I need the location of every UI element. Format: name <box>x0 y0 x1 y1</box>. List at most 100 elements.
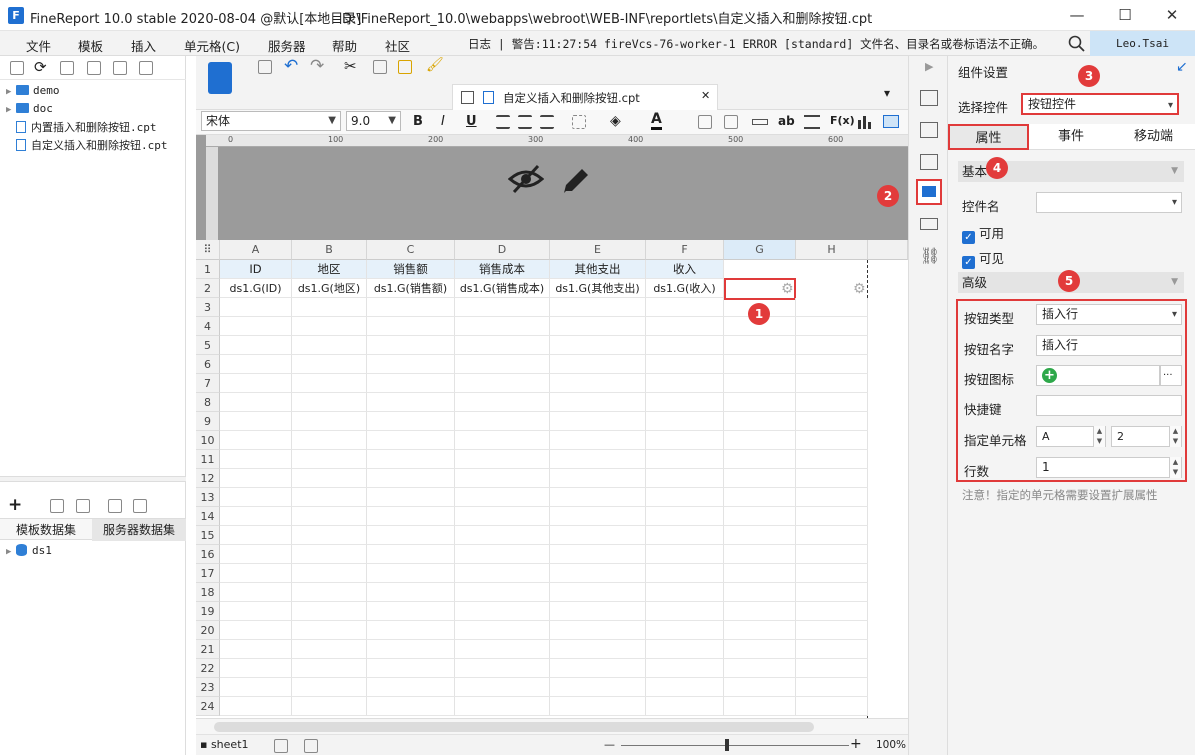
empty-cell[interactable] <box>550 659 646 678</box>
empty-cell[interactable] <box>550 317 646 336</box>
image-icon[interactable] <box>883 115 899 128</box>
empty-cell[interactable] <box>646 640 724 659</box>
empty-cell[interactable] <box>220 621 292 640</box>
formula-button[interactable]: F(x) <box>830 114 855 127</box>
data-cell-cost[interactable]: ds1.G(销售成本) <box>455 279 550 298</box>
button-icon-browse[interactable]: ··· <box>1160 365 1182 386</box>
widget-icon[interactable] <box>752 119 768 125</box>
column-header[interactable]: B <box>292 240 367 260</box>
empty-cell[interactable] <box>292 564 367 583</box>
param-icon[interactable] <box>133 499 147 513</box>
empty-cell[interactable] <box>292 298 367 317</box>
empty-cell[interactable] <box>646 583 724 602</box>
row-header[interactable]: 22 <box>196 659 220 678</box>
data-cell-income[interactable]: ds1.G(收入) <box>646 279 724 298</box>
empty-cell[interactable] <box>455 526 550 545</box>
empty-cell[interactable] <box>292 583 367 602</box>
sheet-tab[interactable]: ▪ sheet1 <box>200 738 249 751</box>
empty-cell[interactable] <box>646 602 724 621</box>
empty-cell[interactable] <box>455 621 550 640</box>
tab-mobile[interactable]: 移动端 <box>1112 124 1195 150</box>
maximize-button[interactable]: ☐ <box>1110 4 1140 26</box>
empty-cell[interactable] <box>292 659 367 678</box>
name-input[interactable]: ▾ <box>1036 192 1182 213</box>
empty-cell[interactable] <box>455 697 550 716</box>
row-header[interactable]: 14 <box>196 507 220 526</box>
empty-cell[interactable] <box>724 545 796 564</box>
empty-cell[interactable] <box>550 469 646 488</box>
empty-cell[interactable] <box>646 545 724 564</box>
empty-cell[interactable] <box>220 697 292 716</box>
align-left-icon[interactable] <box>496 115 510 129</box>
row-header[interactable]: 16 <box>196 545 220 564</box>
redo-icon[interactable]: ↷ <box>310 56 324 76</box>
empty-cell[interactable] <box>796 545 868 564</box>
empty-cell[interactable] <box>455 659 550 678</box>
empty-cell[interactable] <box>550 697 646 716</box>
add-sheet-icon[interactable] <box>274 739 288 753</box>
delete-dataset-icon[interactable] <box>76 499 90 513</box>
tab-events[interactable]: 事件 <box>1030 124 1112 150</box>
tree-item-file-builtin[interactable]: 内置插入和删除按钮.cpt <box>6 119 157 137</box>
target-cell-row[interactable]: 2 ▲ ▼ <box>1111 426 1182 447</box>
merge-icon[interactable] <box>698 115 712 129</box>
tab-template-dataset[interactable]: 模板数据集 <box>0 519 92 541</box>
empty-cell[interactable] <box>220 678 292 697</box>
empty-cell[interactable] <box>796 393 868 412</box>
empty-cell[interactable] <box>292 450 367 469</box>
empty-cell[interactable] <box>367 469 455 488</box>
row-header[interactable]: 9 <box>196 412 220 431</box>
empty-cell[interactable] <box>796 621 868 640</box>
spinner-icon[interactable]: ▲ ▼ <box>1093 426 1105 447</box>
row-header[interactable]: 23 <box>196 678 220 697</box>
empty-cell[interactable] <box>550 507 646 526</box>
paragraph-icon[interactable] <box>804 115 820 129</box>
empty-cell[interactable] <box>646 450 724 469</box>
widget-settings-button[interactable] <box>916 179 942 205</box>
empty-cell[interactable] <box>724 431 796 450</box>
empty-cell[interactable] <box>292 488 367 507</box>
empty-cell[interactable] <box>455 336 550 355</box>
empty-cell[interactable] <box>646 507 724 526</box>
empty-cell[interactable] <box>724 393 796 412</box>
empty-cell[interactable] <box>646 374 724 393</box>
delete-icon[interactable] <box>113 61 127 75</box>
button-name-input[interactable]: 插入行 <box>1036 335 1182 356</box>
empty-cell[interactable] <box>367 336 455 355</box>
settings-icon[interactable] <box>87 61 101 75</box>
unmerge-icon[interactable] <box>724 115 738 129</box>
empty-cell[interactable] <box>724 564 796 583</box>
preview-icon[interactable] <box>108 499 122 513</box>
dataset-item[interactable]: ▶ ds1 <box>6 542 52 560</box>
empty-cell[interactable] <box>220 507 292 526</box>
chart-icon[interactable] <box>857 114 873 130</box>
menu-template[interactable]: 模板 <box>78 36 103 55</box>
empty-cell[interactable] <box>724 412 796 431</box>
row-header[interactable]: 6 <box>196 355 220 374</box>
row-header[interactable]: 11 <box>196 450 220 469</box>
empty-cell[interactable] <box>724 640 796 659</box>
empty-cell[interactable] <box>292 602 367 621</box>
document-tab[interactable]: 自定义插入和删除按钮.cpt ✕ <box>452 84 718 110</box>
row-header[interactable]: 8 <box>196 393 220 412</box>
empty-cell[interactable] <box>455 355 550 374</box>
empty-cell[interactable] <box>550 393 646 412</box>
hotkey-input[interactable] <box>1036 395 1182 416</box>
header-cell-income[interactable]: 收入 <box>646 260 724 279</box>
empty-cell[interactable] <box>550 602 646 621</box>
empty-cell[interactable] <box>724 659 796 678</box>
empty-cell[interactable] <box>550 412 646 431</box>
collapse-icon[interactable]: ▶ <box>925 60 933 73</box>
empty-cell[interactable] <box>646 412 724 431</box>
undo-icon[interactable]: ↶ <box>284 56 298 76</box>
empty-cell[interactable] <box>292 374 367 393</box>
empty-cell[interactable] <box>550 583 646 602</box>
empty-cell[interactable] <box>724 583 796 602</box>
empty-cell[interactable] <box>292 469 367 488</box>
empty-cell[interactable] <box>724 602 796 621</box>
row-header[interactable]: 2 <box>196 279 220 298</box>
empty-cell[interactable] <box>220 317 292 336</box>
empty-cell[interactable] <box>796 469 868 488</box>
edit-pencil-icon[interactable] <box>560 163 592 195</box>
empty-cell[interactable] <box>455 393 550 412</box>
